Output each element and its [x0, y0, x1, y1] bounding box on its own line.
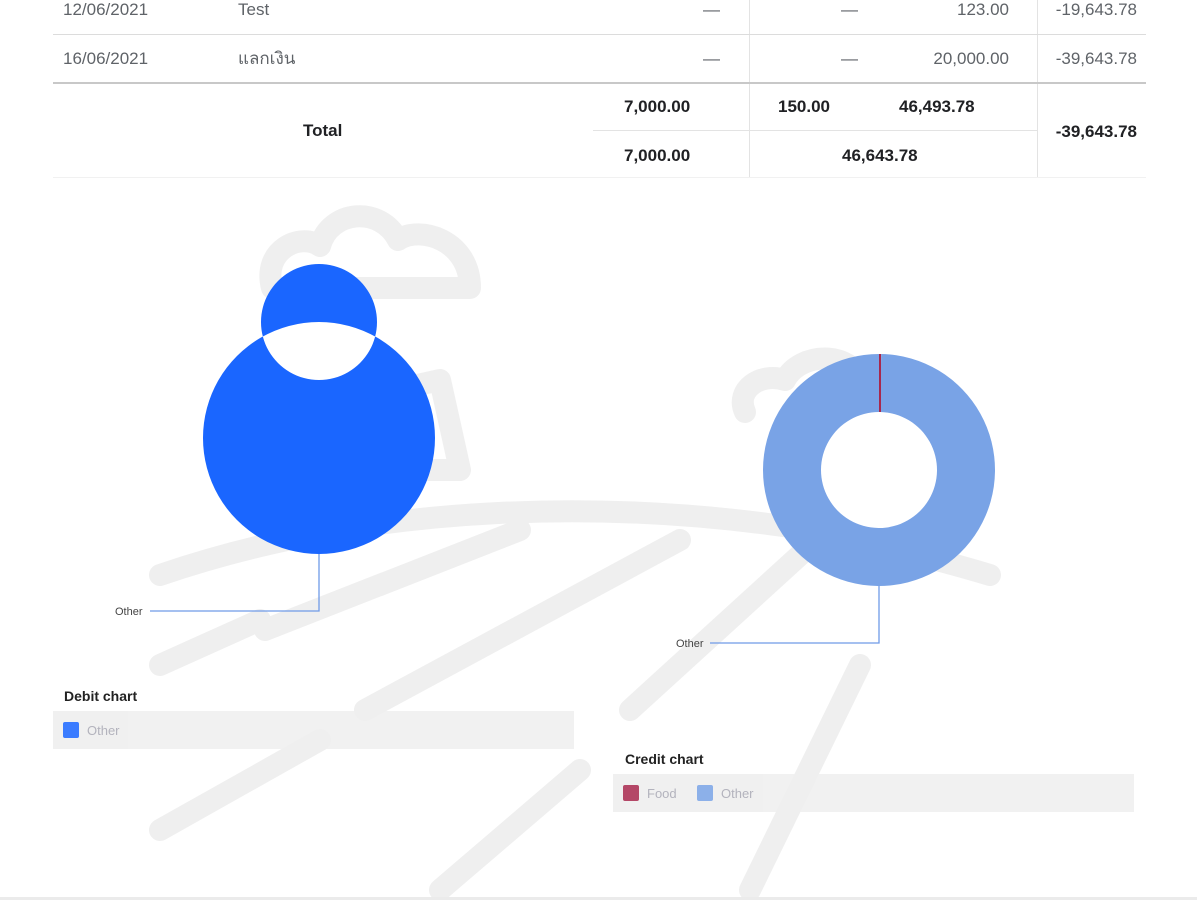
credit-chart-title: Credit chart: [625, 751, 704, 767]
slice-leader-line: [710, 586, 880, 644]
legend-swatch: [697, 785, 713, 801]
report-page: 12/06/2021 Test — — 123.00 -19,643.78 16…: [0, 0, 1197, 900]
legend-label: Other: [721, 785, 754, 801]
slice-leader-line: [150, 554, 320, 612]
legend-label: Food: [647, 785, 677, 801]
legend-label: Other: [87, 722, 120, 738]
legend-item-other[interactable]: Other: [63, 721, 120, 739]
slice-label: Other: [115, 606, 143, 618]
legend-swatch: [63, 722, 79, 738]
legend-item-other[interactable]: Other: [697, 784, 754, 802]
legend-swatch: [623, 785, 639, 801]
charts-canvas: Other Other: [115, 264, 996, 650]
legend-item-food[interactable]: Food: [623, 784, 677, 802]
debit-legend: Other: [53, 711, 574, 749]
credit-legend: Food Other: [613, 774, 1134, 812]
debit-chart-title: Debit chart: [64, 688, 138, 704]
pie-slice-other[interactable]: [202, 264, 435, 554]
slice-label: Other: [676, 638, 704, 650]
